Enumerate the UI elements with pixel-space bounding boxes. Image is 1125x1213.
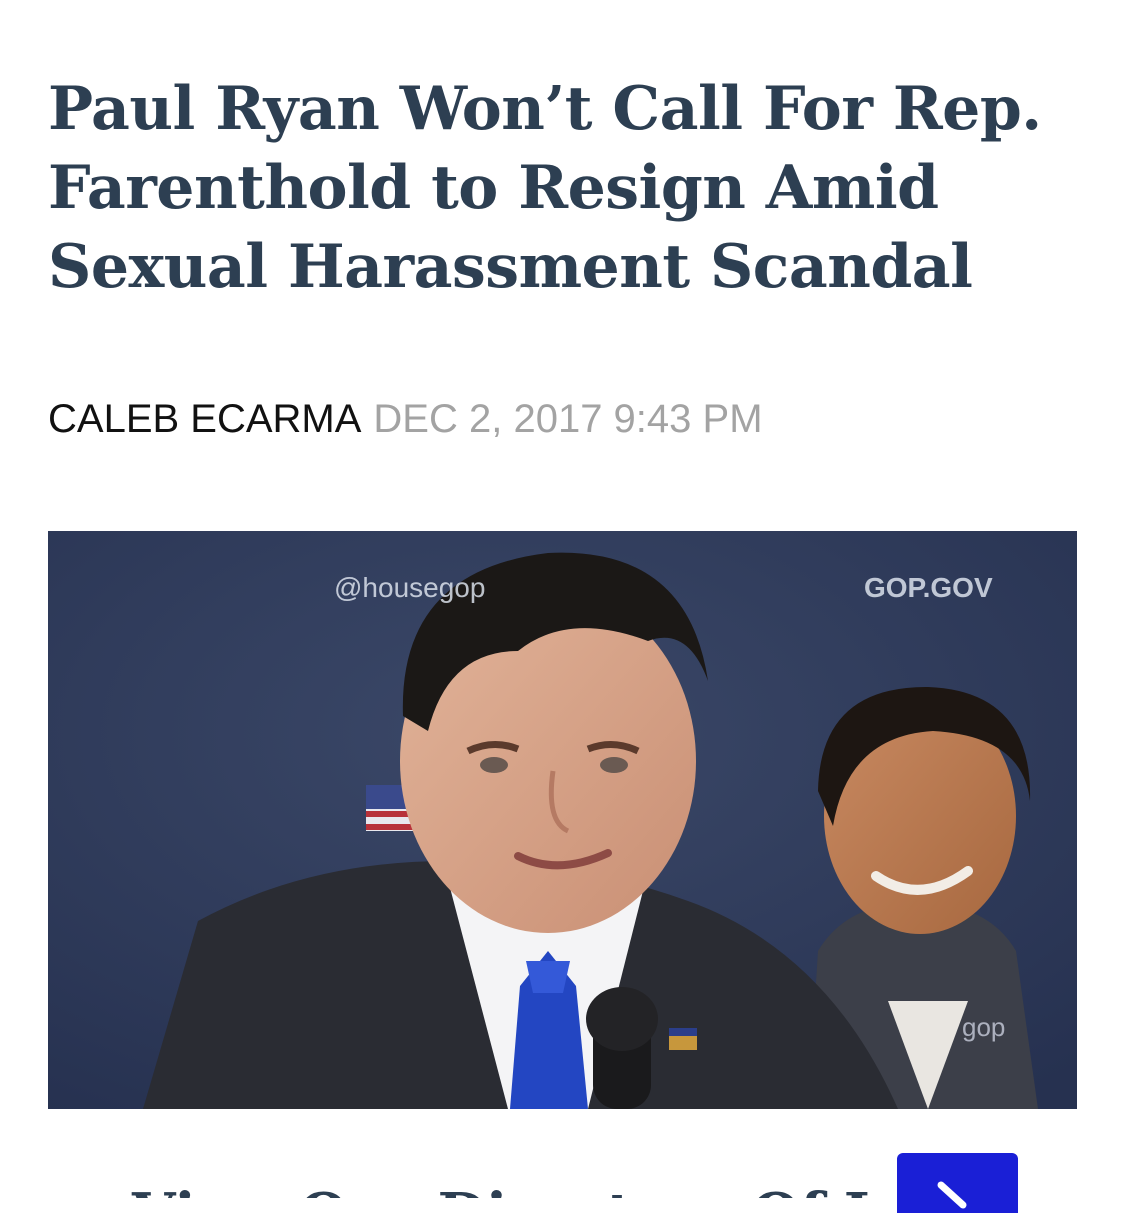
chevron-right-icon — [937, 1181, 967, 1209]
publish-date: DEC 2, 2017 9:43 PM — [373, 397, 763, 441]
author-name[interactable]: CALEB ECARMA — [48, 397, 361, 441]
backdrop-handle-text: @housegop — [334, 572, 486, 603]
related-teaser[interactable]: View Our Directory Of Lawmakers — [48, 1176, 868, 1198]
backdrop-site-text: GOP.GOV — [864, 572, 993, 603]
byline: CALEB ECARMA DEC 2, 2017 9:43 PM — [48, 396, 763, 442]
backdrop-repeat-text: gop — [962, 1012, 1006, 1042]
next-button[interactable] — [897, 1153, 1018, 1213]
article-photo: @housegop GOP.GOV gop — [48, 531, 1077, 1109]
photo-illustration — [48, 531, 1077, 1109]
article-headline: Paul Ryan Won’t Call For Rep. Farenthold… — [48, 74, 1042, 302]
related-teaser-text[interactable]: View Our Directory Of Lawmakers — [132, 1182, 868, 1198]
